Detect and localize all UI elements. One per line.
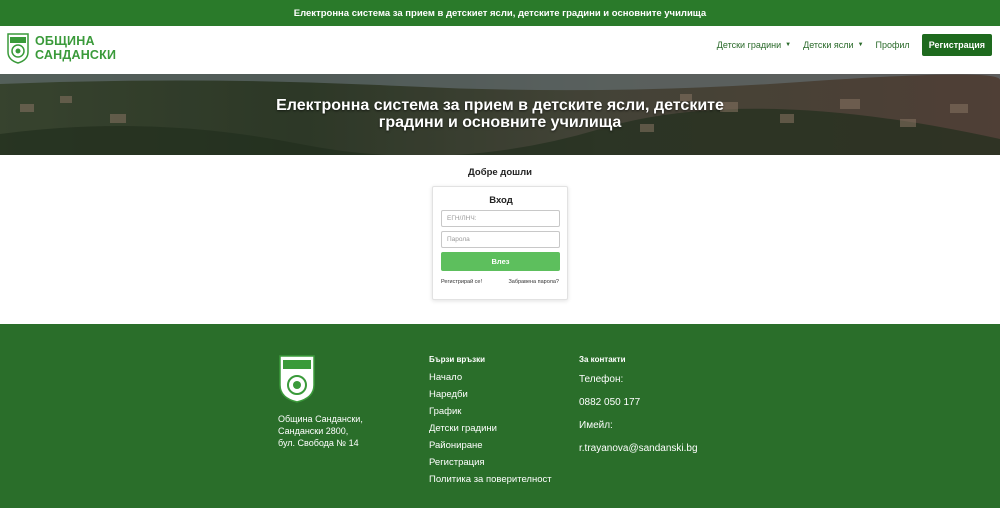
shield-logo-icon — [7, 33, 29, 64]
hero-title-line1: Електронна система за прием в детските я… — [276, 97, 724, 114]
top-banner-text: Електронна система за прием в детскиет я… — [293, 7, 707, 19]
phone-number[interactable]: 0882 050 177 — [579, 397, 698, 409]
footer-link-registration[interactable]: Регистрация — [429, 454, 552, 471]
address-line: Сандански 2800, — [278, 426, 349, 436]
address-line: Община Сандански, — [278, 414, 363, 424]
footer-link-schedule[interactable]: График — [429, 403, 552, 420]
email-address[interactable]: r.trayanova@sandanski.bg — [579, 443, 698, 455]
nav-profile-label: Профил — [875, 40, 910, 50]
caret-down-icon: ▼ — [857, 42, 864, 48]
footer-link-privacy[interactable]: Политика за поверителност — [429, 471, 552, 488]
welcome-heading: Добре дошли — [468, 167, 532, 178]
caret-down-icon: ▼ — [785, 42, 792, 48]
nav-kindergartens-label: Детски градини — [716, 40, 782, 50]
footer-link-home[interactable]: Начало — [429, 369, 552, 386]
hero-title-line2: градини и основните училища — [378, 114, 622, 131]
top-banner: Електронна система за прием в детскиет я… — [0, 0, 1000, 26]
shield-logo-icon — [279, 355, 315, 403]
quick-links-title: Бързи връзки — [429, 355, 486, 364]
logo-text-line1: ОБЩИНА — [35, 34, 95, 48]
footer-link-regulations[interactable]: Наредби — [429, 386, 552, 403]
hero-banner: Електронна система за прием в детските я… — [0, 74, 1000, 155]
nav-profile[interactable]: Профил — [876, 40, 910, 50]
nav-register-button[interactable]: Регистрация — [921, 34, 992, 56]
footer: Община Сандански, Сандански 2800, бул. С… — [0, 324, 1000, 508]
footer-link-kindergartens[interactable]: Детски градини — [429, 420, 552, 437]
main-navbar: ОБЩИНА САНДАНСКИ Детски градини ▼ Детски… — [0, 26, 1000, 74]
footer-address: Община Сандански, Сандански 2800, бул. С… — [278, 413, 363, 449]
email-label: Имейл: — [579, 420, 613, 431]
hero-title: Електронна система за прием в детските я… — [0, 97, 1000, 131]
municipality-logo[interactable]: ОБЩИНА САНДАНСКИ — [6, 32, 116, 64]
forgot-password-link[interactable]: Забравена парола? — [508, 279, 559, 285]
phone-label: Телефон: — [579, 374, 624, 385]
logo-text-line2: САНДАНСКИ — [35, 48, 117, 62]
nav-menu: Детски градини ▼ Детски ясли ▼ Профил Ре… — [717, 34, 992, 56]
password-input[interactable] — [441, 231, 560, 248]
login-title: Вход — [489, 195, 513, 206]
login-button[interactable]: Влез — [441, 252, 560, 271]
footer-quick-links: Бързи връзки Начало Наредби График Детск… — [429, 355, 552, 488]
nav-nurseries-label: Детски ясли — [803, 40, 854, 50]
login-card: Вход Влез Регистрирай се! Забравена паро… — [432, 186, 568, 300]
register-link[interactable]: Регистрирай се! — [441, 279, 482, 285]
id-number-input[interactable] — [441, 210, 560, 227]
contacts-title: За контакти — [579, 355, 626, 364]
address-line: бул. Свобода № 14 — [278, 438, 359, 448]
footer-link-zoning[interactable]: Райониране — [429, 437, 552, 454]
footer-contacts: За контакти Телефон: 0882 050 177 Имейл:… — [579, 355, 698, 455]
nav-kindergartens[interactable]: Детски градини ▼ — [717, 40, 791, 50]
nav-nurseries[interactable]: Детски ясли ▼ — [803, 40, 863, 50]
